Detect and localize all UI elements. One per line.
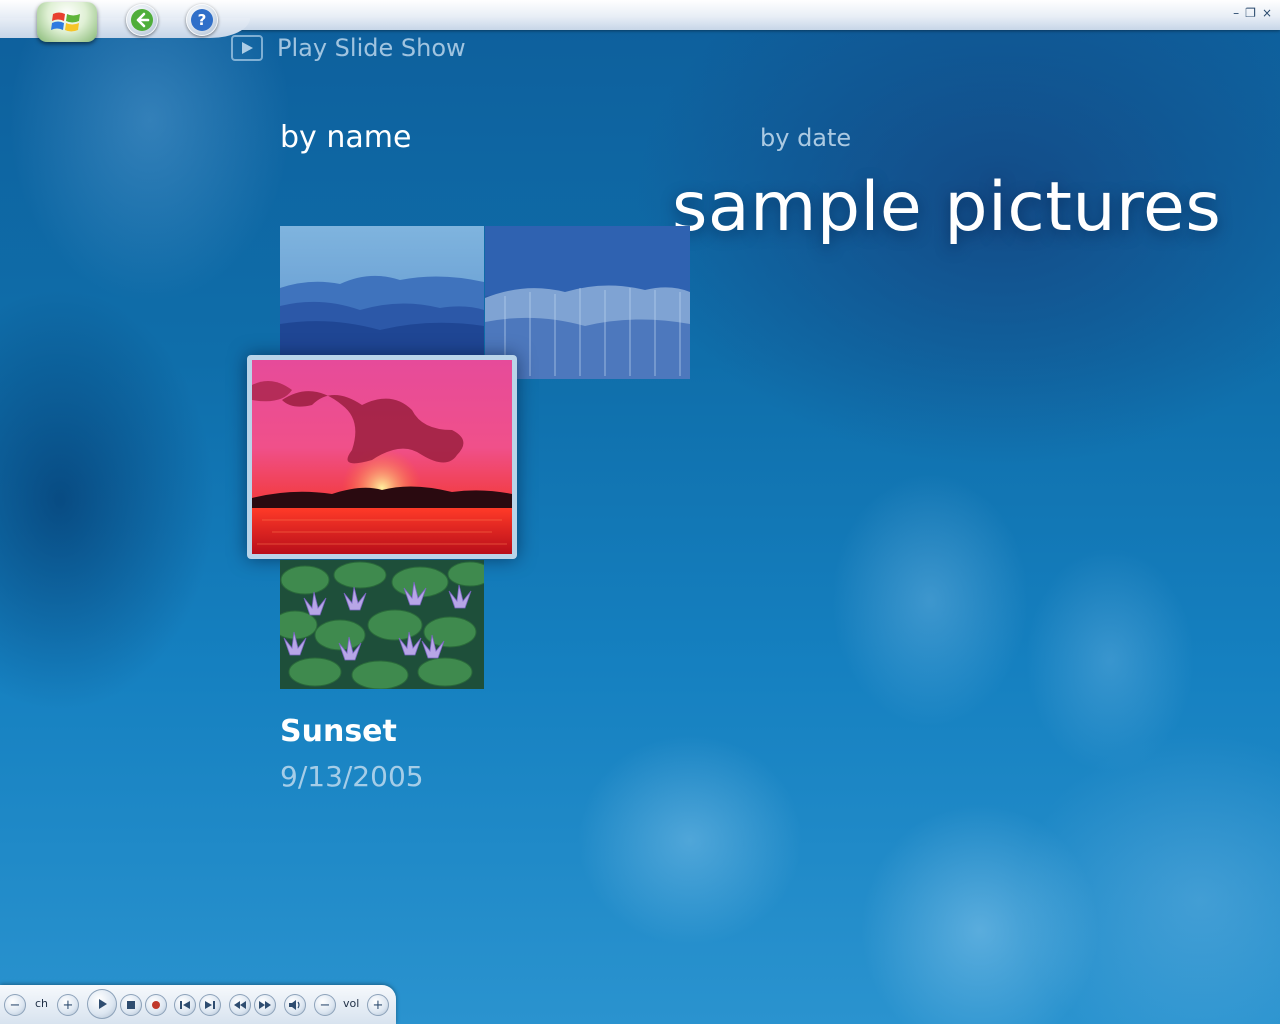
- picture-thumbnail-water-lilies[interactable]: [280, 560, 484, 689]
- picture-thumbnail-mountains[interactable]: [280, 226, 484, 358]
- help-question-icon: ?: [191, 9, 213, 31]
- window-controls: – ❐ ×: [1233, 6, 1272, 20]
- start-button[interactable]: [37, 2, 97, 42]
- close-button[interactable]: ×: [1262, 6, 1272, 20]
- picture-thumbnail-sunset-focused[interactable]: [247, 355, 517, 559]
- blue-mountains-image: [280, 226, 484, 358]
- selected-picture-title: Sunset: [280, 714, 397, 749]
- sort-by-name[interactable]: by name: [280, 120, 411, 155]
- record-button[interactable]: [145, 994, 167, 1016]
- plus-icon: +: [62, 997, 74, 1013]
- play-icon: [99, 999, 107, 1009]
- channel-down-button[interactable]: −: [4, 994, 26, 1016]
- channel-label: ch: [35, 997, 49, 1010]
- skip-forward-icon: [205, 1001, 215, 1009]
- stop-button[interactable]: [120, 994, 142, 1016]
- minus-icon: −: [319, 997, 331, 1013]
- back-button[interactable]: [126, 4, 158, 36]
- play-slide-show-button[interactable]: Play Slide Show: [231, 34, 466, 62]
- mute-button[interactable]: [284, 994, 306, 1016]
- play-button[interactable]: [87, 989, 117, 1019]
- help-symbol: ?: [198, 11, 207, 29]
- next-button[interactable]: [199, 994, 221, 1016]
- help-button[interactable]: ?: [186, 4, 218, 36]
- sort-by-date[interactable]: by date: [760, 124, 851, 152]
- fast-forward-button[interactable]: [254, 994, 276, 1016]
- page-title: sample pictures: [672, 168, 1222, 247]
- stop-icon: [127, 1001, 135, 1009]
- restore-button[interactable]: ❐: [1245, 6, 1256, 20]
- rewind-icon: [234, 1001, 246, 1009]
- previous-button[interactable]: [174, 994, 196, 1016]
- fast-forward-icon: [259, 1001, 271, 1009]
- play-icon: [231, 35, 263, 61]
- skip-back-icon: [180, 1001, 190, 1009]
- record-icon: [152, 1001, 160, 1009]
- transport-controls: − ch + − vol +: [0, 985, 396, 1024]
- volume-up-button[interactable]: +: [367, 994, 389, 1016]
- sunset-image: [252, 360, 512, 554]
- channel-up-button[interactable]: +: [57, 994, 79, 1016]
- minimize-button[interactable]: –: [1233, 6, 1239, 20]
- back-arrow-icon: [131, 9, 153, 31]
- play-slide-show-label: Play Slide Show: [277, 34, 466, 62]
- selected-picture-date: 9/13/2005: [280, 760, 424, 793]
- windows-flag-icon: [51, 12, 80, 32]
- volume-down-button[interactable]: −: [314, 994, 336, 1016]
- speaker-icon: [289, 1000, 300, 1010]
- rewind-button[interactable]: [229, 994, 251, 1016]
- water-lilies-image: [280, 560, 484, 689]
- plus-icon: +: [372, 997, 384, 1013]
- minus-icon: −: [9, 997, 21, 1013]
- volume-label: vol: [343, 997, 360, 1010]
